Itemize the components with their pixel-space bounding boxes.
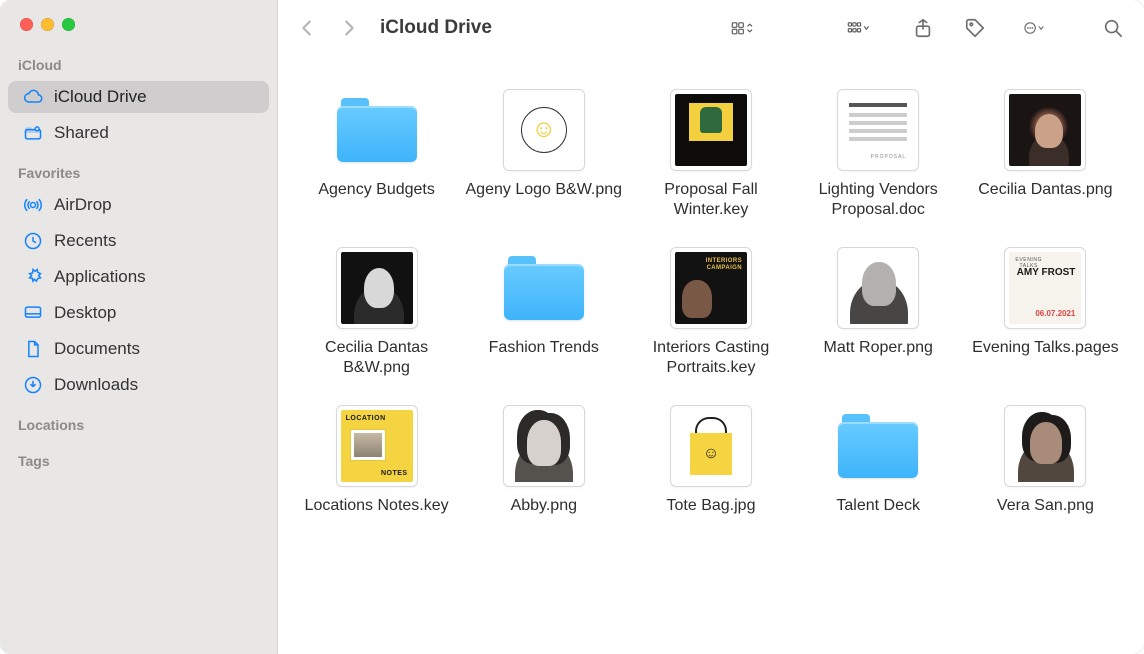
sidebar-section-tags: Tags bbox=[0, 439, 277, 475]
file-label: Cecilia Dantas B&W.png bbox=[298, 338, 455, 378]
file-thumbnail bbox=[671, 406, 751, 486]
airdrop-icon bbox=[22, 194, 44, 216]
file-item[interactable]: Tote Bag.jpg bbox=[632, 406, 789, 516]
minimize-window-button[interactable] bbox=[41, 18, 54, 31]
sidebar-item-label: AirDrop bbox=[54, 195, 112, 215]
window-title: iCloud Drive bbox=[380, 17, 492, 39]
clock-icon bbox=[22, 230, 44, 252]
file-thumbnail bbox=[337, 406, 417, 486]
tags-button[interactable] bbox=[962, 15, 988, 41]
more-actions-button[interactable] bbox=[1014, 15, 1054, 41]
finder-window: iCloud iCloud Drive Shared Favorites Air… bbox=[0, 0, 1144, 654]
sidebar: iCloud iCloud Drive Shared Favorites Air… bbox=[0, 0, 278, 654]
file-item[interactable]: Locations Notes.key bbox=[298, 406, 455, 516]
forward-button[interactable] bbox=[338, 17, 360, 39]
sidebar-item-applications[interactable]: Applications bbox=[8, 261, 269, 293]
file-item[interactable]: Talent Deck bbox=[800, 406, 957, 516]
sidebar-section-locations: Locations bbox=[0, 403, 277, 439]
sidebar-item-label: Downloads bbox=[54, 375, 138, 395]
sidebar-item-airdrop[interactable]: AirDrop bbox=[8, 189, 269, 221]
file-label: Proposal Fall Winter.key bbox=[632, 180, 789, 220]
file-thumbnail bbox=[838, 90, 918, 170]
file-item[interactable]: Proposal Fall Winter.key bbox=[632, 90, 789, 220]
file-item[interactable]: Cecilia Dantas.png bbox=[967, 90, 1124, 220]
file-thumbnail bbox=[504, 406, 584, 486]
file-thumbnail bbox=[671, 90, 751, 170]
file-thumbnail bbox=[1005, 406, 1085, 486]
file-label: Ageny Logo B&W.png bbox=[466, 180, 623, 200]
nav-buttons bbox=[296, 17, 360, 39]
desktop-icon bbox=[22, 302, 44, 324]
file-label: Abby.png bbox=[511, 496, 577, 516]
sidebar-item-recents[interactable]: Recents bbox=[8, 225, 269, 257]
cloud-icon bbox=[22, 86, 44, 108]
sidebar-item-desktop[interactable]: Desktop bbox=[8, 297, 269, 329]
back-button[interactable] bbox=[296, 17, 318, 39]
file-label: Interiors Casting Portraits.key bbox=[632, 338, 789, 378]
file-label: Fashion Trends bbox=[489, 338, 599, 358]
toolbar-view-group bbox=[722, 15, 878, 41]
file-item[interactable]: Agency Budgets bbox=[298, 90, 455, 220]
file-label: Evening Talks.pages bbox=[972, 338, 1118, 358]
folder-icon bbox=[504, 248, 584, 328]
file-item[interactable]: Fashion Trends bbox=[465, 248, 622, 378]
file-label: Agency Budgets bbox=[318, 180, 435, 200]
file-item[interactable]: Cecilia Dantas B&W.png bbox=[298, 248, 455, 378]
sidebar-section-icloud: iCloud bbox=[0, 43, 277, 79]
sidebar-item-documents[interactable]: Documents bbox=[8, 333, 269, 365]
toolbar: iCloud Drive bbox=[278, 0, 1144, 56]
file-label: Lighting Vendors Proposal.doc bbox=[800, 180, 957, 220]
file-label: Talent Deck bbox=[836, 496, 920, 516]
file-item[interactable]: Interiors Casting Portraits.key bbox=[632, 248, 789, 378]
file-label: Tote Bag.jpg bbox=[667, 496, 756, 516]
folder-icon bbox=[838, 406, 918, 486]
file-item[interactable]: Abby.png bbox=[465, 406, 622, 516]
shared-folder-icon bbox=[22, 122, 44, 144]
sidebar-item-icloud-drive[interactable]: iCloud Drive bbox=[8, 81, 269, 113]
file-label: Vera San.png bbox=[997, 496, 1094, 516]
toolbar-search-group bbox=[1100, 15, 1126, 41]
downloads-icon bbox=[22, 374, 44, 396]
file-grid[interactable]: Agency Budgets Ageny Logo B&W.png Proposal… bbox=[278, 56, 1144, 654]
file-thumbnail bbox=[337, 248, 417, 328]
applications-icon bbox=[22, 266, 44, 288]
toolbar-action-group bbox=[910, 15, 1054, 41]
sidebar-item-label: iCloud Drive bbox=[54, 87, 147, 107]
sidebar-section-favorites: Favorites bbox=[0, 151, 277, 187]
file-thumbnail: AMY FROST06.07.2021 bbox=[1005, 248, 1085, 328]
group-by-button[interactable] bbox=[838, 15, 878, 41]
sidebar-item-label: Recents bbox=[54, 231, 116, 251]
sidebar-item-downloads[interactable]: Downloads bbox=[8, 369, 269, 401]
sidebar-item-label: Documents bbox=[54, 339, 140, 359]
file-label: Matt Roper.png bbox=[823, 338, 932, 358]
sidebar-item-shared[interactable]: Shared bbox=[8, 117, 269, 149]
main-content: iCloud Drive bbox=[278, 0, 1144, 654]
search-button[interactable] bbox=[1100, 15, 1126, 41]
sidebar-item-label: Desktop bbox=[54, 303, 116, 323]
file-item[interactable]: Lighting Vendors Proposal.doc bbox=[800, 90, 957, 220]
file-thumbnail bbox=[838, 248, 918, 328]
share-button[interactable] bbox=[910, 15, 936, 41]
file-item[interactable]: Matt Roper.png bbox=[800, 248, 957, 378]
documents-icon bbox=[22, 338, 44, 360]
file-thumbnail bbox=[1005, 90, 1085, 170]
file-label: Cecilia Dantas.png bbox=[978, 180, 1112, 200]
folder-icon bbox=[337, 90, 417, 170]
file-label: Locations Notes.key bbox=[305, 496, 449, 516]
file-item[interactable]: Vera San.png bbox=[967, 406, 1124, 516]
file-item[interactable]: AMY FROST06.07.2021 Evening Talks.pages bbox=[967, 248, 1124, 378]
file-thumbnail bbox=[504, 90, 584, 170]
view-mode-button[interactable] bbox=[722, 15, 762, 41]
file-thumbnail bbox=[671, 248, 751, 328]
sidebar-item-label: Applications bbox=[54, 267, 146, 287]
sidebar-item-label: Shared bbox=[54, 123, 109, 143]
file-item[interactable]: Ageny Logo B&W.png bbox=[465, 90, 622, 220]
window-controls bbox=[0, 10, 277, 43]
close-window-button[interactable] bbox=[20, 18, 33, 31]
zoom-window-button[interactable] bbox=[62, 18, 75, 31]
